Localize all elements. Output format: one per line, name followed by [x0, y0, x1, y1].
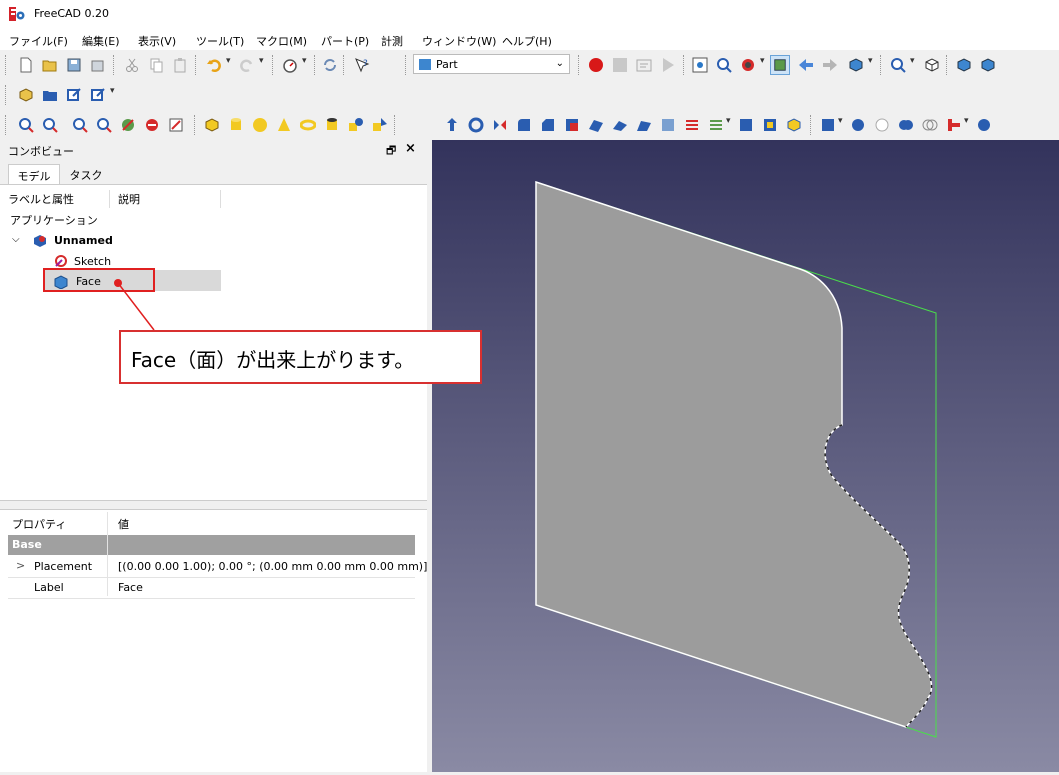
annotation-leader-line — [117, 282, 155, 331]
annotation-callout: Face（面）が出来上がります。 — [119, 330, 482, 384]
